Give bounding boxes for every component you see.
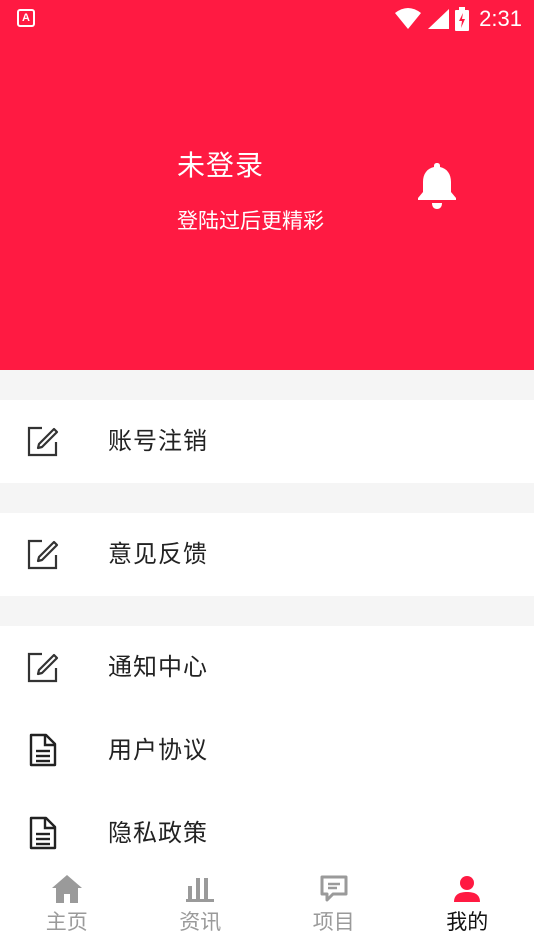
status-indicators: 2:31 xyxy=(395,4,522,34)
tab-label: 我的 xyxy=(446,910,489,934)
menu-item-label: 隐私政策 xyxy=(108,819,208,847)
menu-item-user-agreement[interactable]: 用户协议 xyxy=(0,709,534,792)
tab-label: 资讯 xyxy=(179,910,222,934)
edit-icon xyxy=(27,426,59,457)
menu-item-label: 意见反馈 xyxy=(108,540,208,568)
notification-bell-icon[interactable] xyxy=(416,161,458,211)
section-divider xyxy=(0,370,534,400)
menu-item-label: 账号注销 xyxy=(108,427,208,455)
menu-item-privacy-policy[interactable]: 隐私政策 xyxy=(0,792,534,875)
edit-icon xyxy=(27,539,59,570)
menu-item-label: 用户协议 xyxy=(108,736,208,764)
chat-icon xyxy=(320,875,348,902)
tab-home[interactable]: 主页 xyxy=(0,866,134,950)
home-icon xyxy=(51,875,82,903)
menu-item-label: 通知中心 xyxy=(108,653,208,681)
battery-icon xyxy=(455,7,470,31)
tab-label: 项目 xyxy=(312,910,355,934)
section-divider xyxy=(0,596,534,626)
status-bar: A 2:31 xyxy=(0,0,534,38)
bottom-tab-bar: 主页 资讯 项目 我的 xyxy=(0,866,534,950)
login-status-subtitle[interactable]: 登陆过后更精彩 xyxy=(177,205,324,235)
section-divider xyxy=(0,483,534,513)
menu-item-feedback[interactable]: 意见反馈 xyxy=(0,513,534,596)
tab-label: 主页 xyxy=(45,910,88,934)
bar-chart-icon xyxy=(186,878,215,902)
menu-item-notification-center[interactable]: 通知中心 xyxy=(0,626,534,709)
app-notification-icon: A xyxy=(17,9,35,27)
edit-icon xyxy=(27,652,59,683)
document-icon xyxy=(29,733,57,767)
profile-header: 未登录 登陆过后更精彩 xyxy=(0,38,534,370)
tab-projects[interactable]: 项目 xyxy=(267,866,401,950)
tab-news[interactable]: 资讯 xyxy=(134,866,268,950)
wifi-icon xyxy=(395,8,422,29)
cell-signal-icon xyxy=(428,9,450,29)
tab-mine[interactable]: 我的 xyxy=(401,866,534,950)
document-icon xyxy=(29,816,57,850)
person-icon xyxy=(454,876,481,902)
status-time: 2:31 xyxy=(479,6,522,31)
menu-item-account-cancel[interactable]: 账号注销 xyxy=(0,400,534,483)
login-status-title[interactable]: 未登录 xyxy=(177,144,264,184)
